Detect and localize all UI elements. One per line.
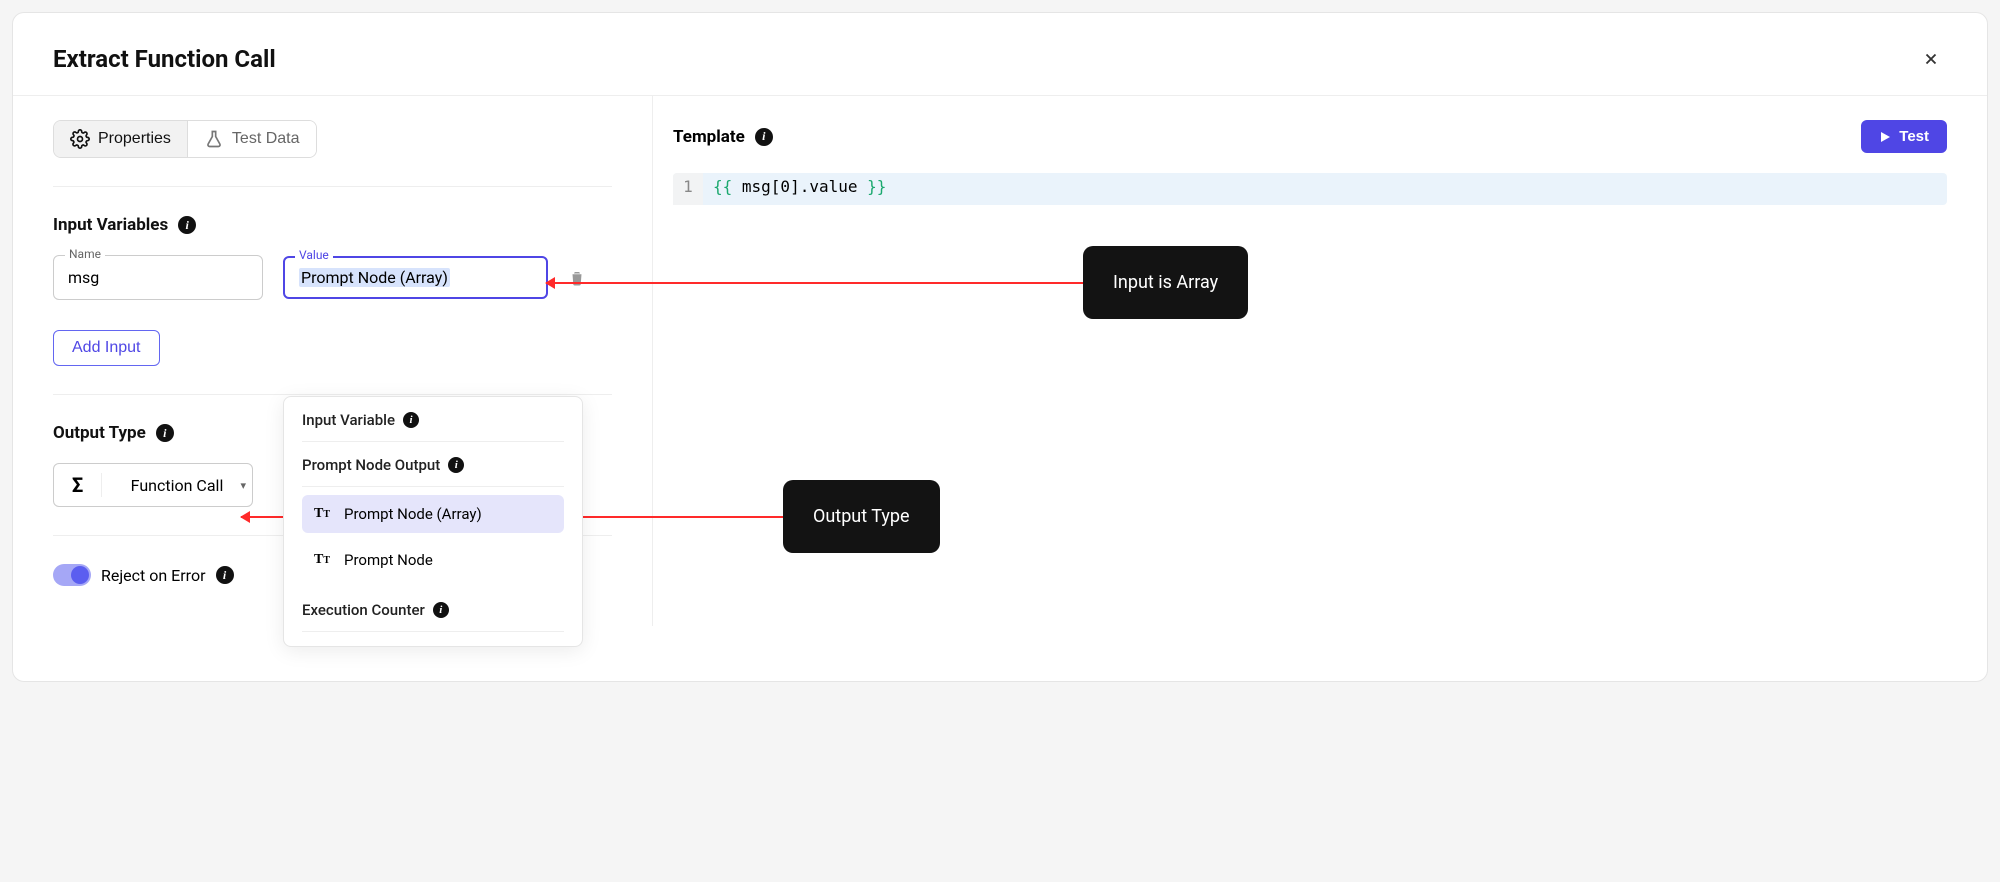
modal-header: Extract Function Call [13,13,1987,96]
tab-properties[interactable]: Properties [54,121,187,157]
text-type-icon: TT [314,552,332,568]
name-field-label: Name [65,247,105,261]
flask-icon [204,129,224,149]
tab-properties-label: Properties [98,130,171,148]
name-field-wrapper: Name [53,255,263,300]
dropdown-group-execution-counter: Execution Counter i [284,587,582,632]
reject-on-error-label: Reject on Error [101,566,206,585]
template-heading: Template i [673,127,773,147]
dropdown-item-label: Prompt Node [344,551,433,569]
input-variables-heading-text: Input Variables [53,215,168,235]
left-panel: Properties Test Data Input Variables i N… [13,96,653,626]
dropdown-group-input-variable: Input Variable i [284,397,582,442]
input-variables-heading: Input Variables i [53,215,612,235]
annotation-arrow [546,282,1083,284]
sigma-icon: Σ [54,473,102,497]
input-row: Name Value Prompt Node (Array) [53,255,612,300]
code-expression: msg[0].value [732,177,867,196]
toggle-knob [71,566,89,584]
extract-function-call-modal: Extract Function Call Properties Test Da… [12,12,1988,682]
close-icon [1922,50,1940,68]
line-number: 1 [673,177,703,196]
value-field-wrapper: Value Prompt Node (Array) [283,256,548,299]
info-icon[interactable]: i [755,128,773,146]
tab-group: Properties Test Data [53,120,317,158]
code-gutter: 1 [673,173,703,205]
tab-test-data[interactable]: Test Data [187,121,316,157]
close-button[interactable] [1915,43,1947,75]
dropdown-group-label-text: Execution Counter [302,601,425,619]
dropdown-group-label: Execution Counter i [302,601,564,632]
template-header: Template i Test [673,120,1947,153]
info-icon[interactable]: i [403,412,419,428]
dropdown-group-label: Prompt Node Output i [302,456,564,487]
gear-icon [70,129,90,149]
value-field-label: Value [295,248,333,262]
template-code-editor[interactable]: 1 {{ msg[0].value }} [673,173,1947,205]
info-icon[interactable]: i [178,216,196,234]
divider [53,186,612,187]
test-button-label: Test [1899,128,1929,145]
dropdown-group-label-text: Prompt Node Output [302,456,440,474]
value-dropdown: Input Variable i Prompt Node Output i TT… [283,396,583,647]
output-type-value: Function Call [102,476,252,495]
code-brace-close: }} [867,177,886,196]
test-button[interactable]: Test [1861,120,1947,153]
value-input-text: Prompt Node (Array) [299,268,450,287]
modal-body: Properties Test Data Input Variables i N… [13,96,1987,626]
code-brace-open: {{ [713,177,732,196]
add-input-button[interactable]: Add Input [53,330,160,366]
dropdown-group-label-text: Input Variable [302,411,395,429]
dropdown-group-prompt-node-output: Prompt Node Output i TT Prompt Node (Arr… [284,442,582,579]
dropdown-group-label: Input Variable i [302,411,564,442]
dropdown-item-label: Prompt Node (Array) [344,505,482,523]
tab-test-data-label: Test Data [232,130,300,148]
divider [53,394,612,395]
template-heading-text: Template [673,127,745,147]
play-icon [1879,131,1891,143]
info-icon[interactable]: i [433,602,449,618]
text-type-icon: TT [314,506,332,522]
delete-input-button[interactable] [568,268,586,288]
reject-on-error-toggle[interactable] [53,564,91,586]
chevron-down-icon: ▾ [240,479,246,492]
value-input[interactable]: Prompt Node (Array) [283,256,548,299]
output-type-select[interactable]: Σ Function Call ▾ [53,463,253,507]
output-type-heading-text: Output Type [53,423,146,443]
dropdown-item-prompt-node[interactable]: TT Prompt Node [302,541,564,579]
modal-title: Extract Function Call [53,45,276,73]
callout-output-type: Output Type [783,480,940,553]
info-icon[interactable]: i [448,457,464,473]
name-input[interactable] [53,255,263,300]
input-variables-section: Input Variables i Name Value Prompt Node… [53,215,612,366]
trash-icon [568,268,586,288]
info-icon[interactable]: i [156,424,174,442]
right-panel: Template i Test 1 {{ msg[0].value }} Inp… [653,96,1987,626]
info-icon[interactable]: i [216,566,234,584]
dropdown-item-prompt-node-array[interactable]: TT Prompt Node (Array) [302,495,564,533]
code-content: {{ msg[0].value }} [703,173,896,205]
callout-input-is-array: Input is Array [1083,246,1248,319]
